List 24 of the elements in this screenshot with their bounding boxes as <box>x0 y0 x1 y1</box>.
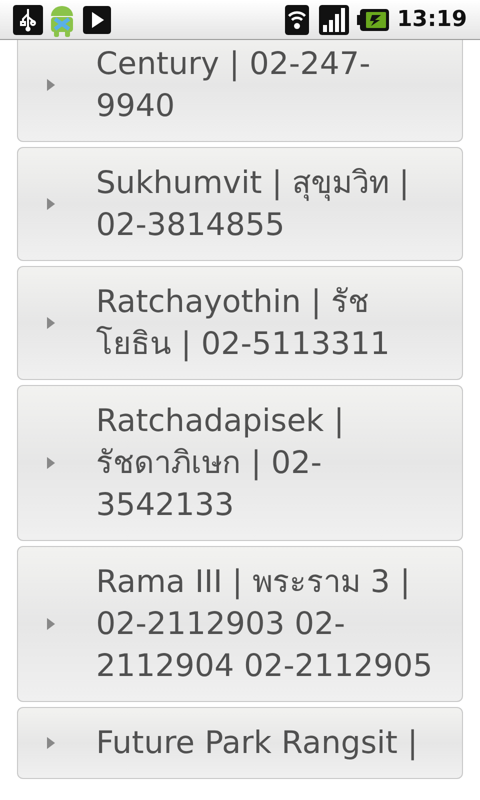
play-icon <box>83 6 111 34</box>
clock-time: 13:19 <box>396 6 467 34</box>
signal-icon <box>318 4 349 34</box>
caret-icon <box>47 618 55 630</box>
battery-charging-icon <box>356 8 389 30</box>
list-item[interactable]: Ratchadapisek | รัชดาภิเษก | 02-3542133 <box>17 385 463 541</box>
item-label: Sukhumvit | สุขุมวิท | 02-3814855 <box>96 164 410 245</box>
caret-icon <box>47 198 55 210</box>
usb-icon <box>13 4 43 34</box>
item-label: Century | 02-247-9940 <box>96 45 372 126</box>
list-item[interactable]: Sukhumvit | สุขุมวิท | 02-3814855 <box>17 147 463 261</box>
item-label: Future Park Rangsit | <box>96 724 419 763</box>
item-label: Ratchayothin | รัชโยธิน | 02-5113311 <box>96 283 391 364</box>
list-item[interactable]: Rama III | พระราม 3 | 02-2112903 02-2112904 02-2112905 <box>17 546 463 702</box>
list-item[interactable]: Century | 02-247-9940 <box>17 40 463 142</box>
caret-icon <box>47 457 55 469</box>
item-label: Rama III | พระราม 3 | 02-2112903 02-2112904 02-2112905 <box>96 563 434 686</box>
wifi-icon <box>284 4 309 34</box>
item-label: Ratchadapisek | รัชดาภิเษก | 02-3542133 <box>96 402 346 525</box>
list-item[interactable]: Future Park Rangsit | <box>17 707 463 779</box>
list-item[interactable]: Ratchayothin | รัชโยธิน | 02-5113311 <box>17 266 463 380</box>
caret-icon <box>47 79 55 91</box>
caret-icon <box>47 317 55 329</box>
caret-icon <box>47 737 55 749</box>
